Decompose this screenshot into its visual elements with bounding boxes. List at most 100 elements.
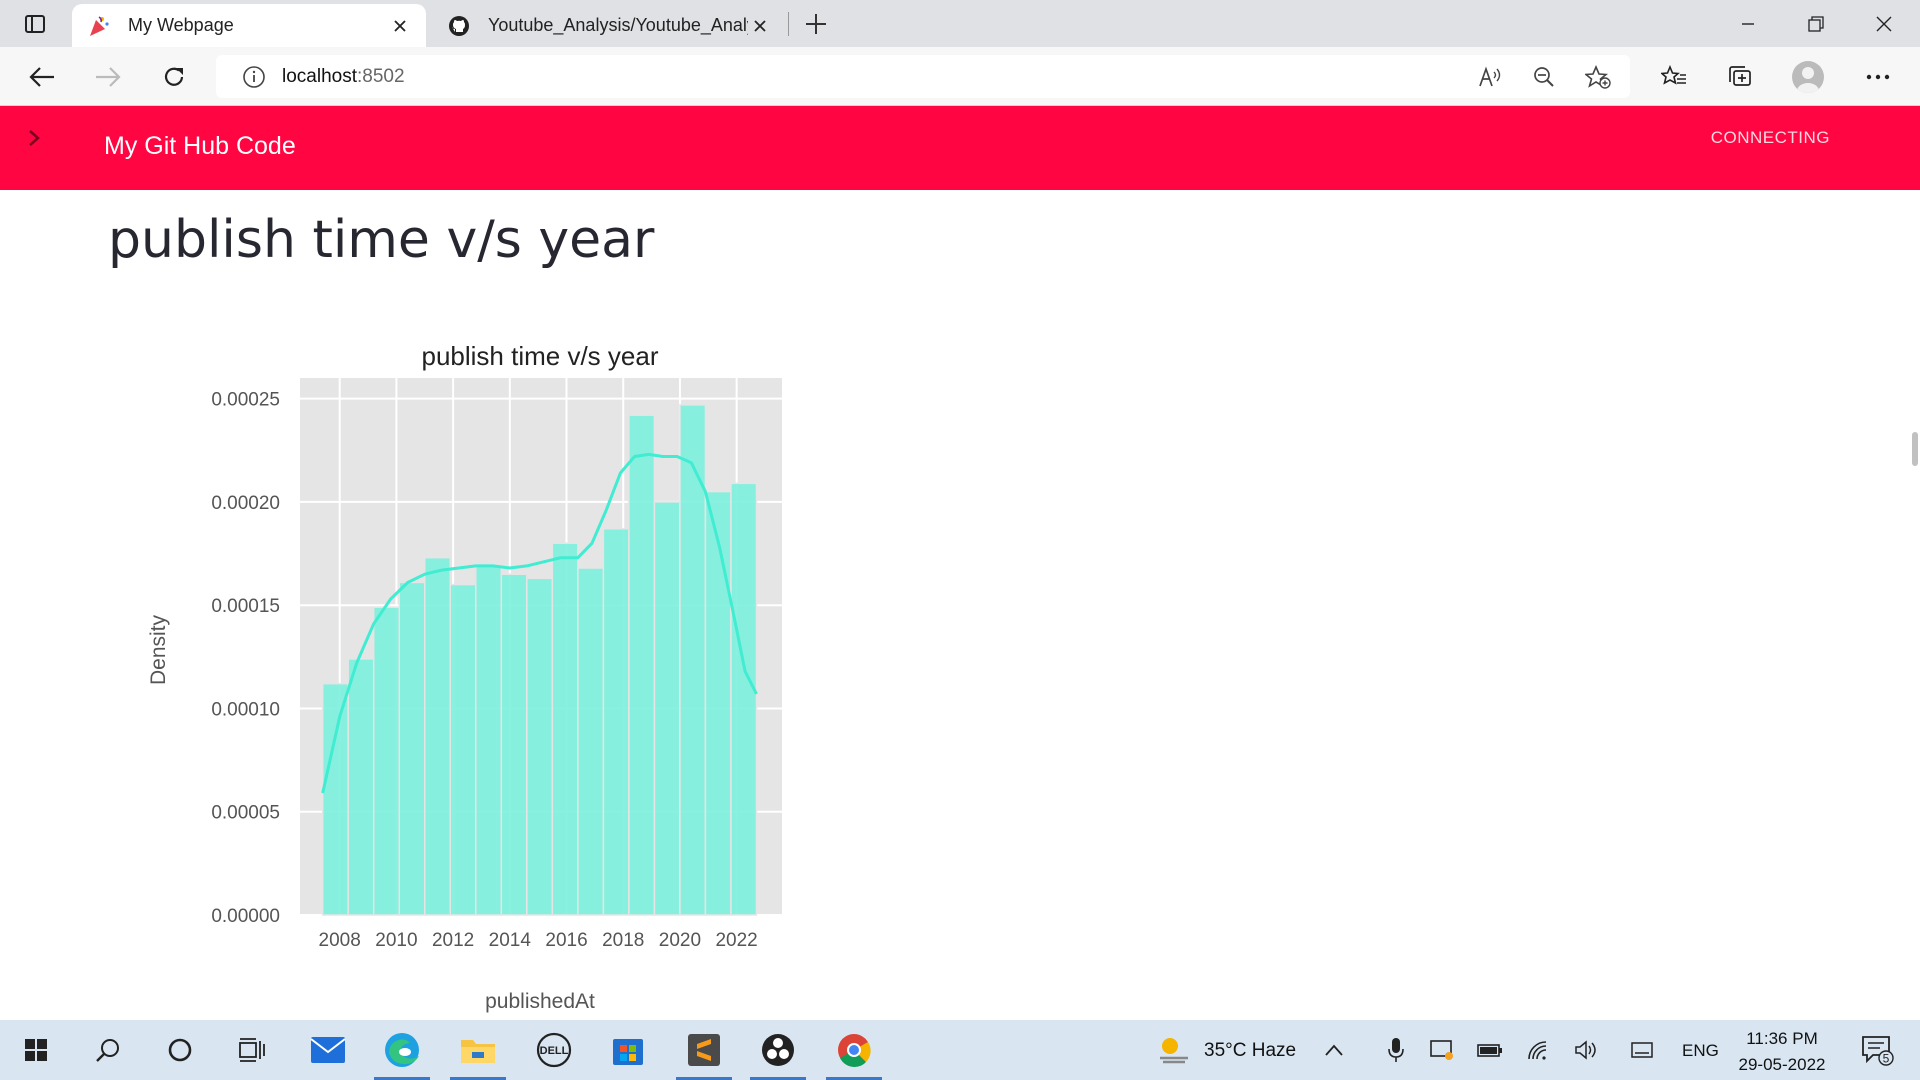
tab-actions-icon xyxy=(25,15,45,33)
x-tick-label: 2020 xyxy=(659,930,701,951)
favorites-button[interactable] xyxy=(1654,57,1694,97)
url-port: :8502 xyxy=(357,65,405,87)
y-tick-label: 0.00005 xyxy=(211,803,280,824)
chrome-app-button[interactable] xyxy=(818,1020,890,1080)
weather-icon[interactable] xyxy=(1156,1034,1192,1069)
arrow-right-icon xyxy=(96,67,121,87)
histogram-bar xyxy=(347,658,375,916)
notification-icon: 5 xyxy=(1862,1036,1894,1066)
chevron-up-icon xyxy=(1325,1044,1343,1056)
wifi-button[interactable] xyxy=(1516,1020,1560,1080)
profile-button[interactable] xyxy=(1788,57,1828,97)
close-icon xyxy=(1876,16,1892,31)
zoom-out-icon xyxy=(1534,66,1554,87)
star-add-icon xyxy=(1585,64,1611,89)
microphone-button[interactable] xyxy=(1374,1020,1418,1080)
x-tick-label: 2008 xyxy=(319,930,361,951)
tab-actions-button[interactable] xyxy=(12,8,58,40)
histogram-bar xyxy=(526,577,554,916)
mail-icon xyxy=(310,1037,346,1063)
histogram-bar xyxy=(653,501,681,916)
volume-icon xyxy=(1575,1040,1596,1060)
y-tick-label: 0.00015 xyxy=(211,596,280,617)
chart-title: publish time v/s year xyxy=(422,341,659,371)
tab-title: My Webpage xyxy=(128,15,234,35)
search-button[interactable] xyxy=(72,1020,144,1080)
edge-icon xyxy=(385,1033,419,1067)
action-center-button[interactable]: 5 xyxy=(1850,1020,1906,1080)
refresh-icon xyxy=(164,67,184,86)
close-icon xyxy=(394,19,406,32)
obs-app-button[interactable] xyxy=(742,1020,814,1080)
weather-text[interactable]: 35°C Haze xyxy=(1204,1040,1296,1062)
plus-icon xyxy=(806,14,826,34)
x-tick-label: 2012 xyxy=(432,930,474,951)
read-aloud-button[interactable] xyxy=(1470,55,1510,98)
minimize-button[interactable] xyxy=(1714,0,1782,47)
store-icon xyxy=(613,1039,643,1065)
windows-taskbar: DELL 35°C Haze ENG 11:36 PM 29-05-2022 5 xyxy=(0,1020,1920,1080)
histogram-bar xyxy=(704,490,732,916)
store-app-button[interactable] xyxy=(592,1020,664,1080)
battery-button[interactable] xyxy=(1468,1020,1512,1080)
histogram-bar xyxy=(551,542,579,916)
sublime-icon xyxy=(688,1034,720,1066)
sidebar-toggle-button[interactable] xyxy=(22,126,46,150)
url-host: localhost xyxy=(282,65,357,87)
site-info-icon[interactable] xyxy=(234,65,274,89)
touch-keyboard-button[interactable] xyxy=(1620,1020,1664,1080)
chevron-right-icon xyxy=(29,130,40,146)
close-tab-button[interactable] xyxy=(748,14,772,38)
histogram-bar xyxy=(475,565,503,916)
forward-button[interactable] xyxy=(88,57,128,97)
tab-title: Youtube_Analysis/Youtube_Analy xyxy=(488,15,748,35)
url-text: localhost:8502 xyxy=(282,66,405,88)
add-favorite-button[interactable] xyxy=(1578,55,1618,98)
x-tick-label: 2016 xyxy=(545,930,587,951)
histogram-bar xyxy=(730,482,758,916)
tab-my-webpage[interactable]: My Webpage xyxy=(72,4,426,47)
settings-more-button[interactable] xyxy=(1858,57,1898,97)
cortana-icon xyxy=(168,1038,192,1062)
arrow-left-icon xyxy=(29,67,54,87)
histogram-bar xyxy=(500,573,528,916)
tab-github[interactable]: Youtube_Analysis/Youtube_Analy xyxy=(432,4,786,47)
refresh-button[interactable] xyxy=(154,57,194,97)
browser-tab-strip: My Webpage Youtube_Analysis/Youtube_Anal… xyxy=(0,0,1920,47)
more-icon xyxy=(1866,74,1890,80)
histogram-bar xyxy=(321,682,349,916)
collections-button[interactable] xyxy=(1720,57,1760,97)
folder-icon xyxy=(461,1040,495,1063)
header-title: My Git Hub Code xyxy=(104,132,296,160)
close-tab-button[interactable] xyxy=(388,14,412,38)
edge-app-button[interactable] xyxy=(366,1020,438,1080)
restore-button[interactable] xyxy=(1782,0,1850,47)
page-title: publish time v/s year xyxy=(108,210,655,270)
browser-toolbar: localhost:8502 xyxy=(0,47,1920,106)
dell-logo-icon: DELL xyxy=(536,1032,572,1068)
task-view-button[interactable] xyxy=(216,1020,288,1080)
y-axis-label: Density xyxy=(147,614,170,685)
close-window-button[interactable] xyxy=(1850,0,1918,47)
address-bar[interactable]: localhost:8502 xyxy=(216,55,1630,98)
scrollbar-thumb[interactable] xyxy=(1912,432,1918,466)
input-language[interactable]: ENG xyxy=(1682,1041,1719,1061)
file-explorer-button[interactable] xyxy=(442,1020,514,1080)
new-tab-button[interactable] xyxy=(798,8,834,40)
volume-button[interactable] xyxy=(1564,1020,1608,1080)
back-button[interactable] xyxy=(22,57,62,97)
zoom-out-button[interactable] xyxy=(1524,55,1564,98)
display-icon xyxy=(1430,1040,1453,1060)
clock[interactable]: 11:36 PM 29-05-2022 xyxy=(1720,1026,1844,1078)
cortana-button[interactable] xyxy=(144,1020,216,1080)
histogram-bar xyxy=(398,581,426,916)
x-tick-label: 2018 xyxy=(602,930,644,951)
mail-app-button[interactable] xyxy=(292,1020,364,1080)
task-view-icon xyxy=(239,1038,265,1062)
sublime-text-button[interactable] xyxy=(668,1020,740,1080)
start-button[interactable] xyxy=(0,1020,72,1080)
dell-app-button[interactable]: DELL xyxy=(518,1020,590,1080)
show-hidden-icons-button[interactable] xyxy=(1312,1020,1356,1080)
collections-icon xyxy=(1729,66,1751,86)
display-tray-button[interactable] xyxy=(1420,1020,1464,1080)
